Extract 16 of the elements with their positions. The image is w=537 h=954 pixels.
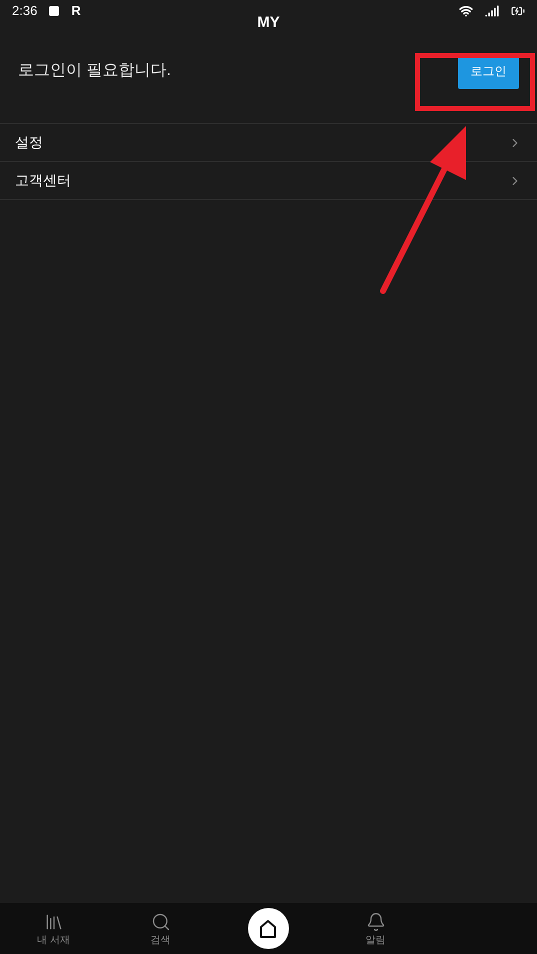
signal-icon: [485, 4, 499, 18]
status-time: 2:36: [12, 2, 38, 20]
battery-icon: [511, 4, 525, 18]
nav-tab-icon: [150, 912, 170, 932]
nav-tab-icon: [44, 912, 64, 932]
nav-tab[interactable]: 검색: [107, 912, 214, 946]
nav-tab[interactable]: 내 서재: [0, 912, 107, 946]
home-icon: [258, 918, 278, 938]
notification-letter: R: [71, 2, 81, 20]
page-title: MY: [257, 15, 280, 30]
login-message: 로그인이 필요합니다.: [18, 60, 171, 80]
nav-tab-icon: [366, 912, 386, 932]
notification-icon: [49, 6, 60, 16]
nav-tab[interactable]: 알림: [322, 912, 429, 946]
wifi-icon: [459, 4, 473, 18]
home-button[interactable]: [248, 908, 288, 949]
